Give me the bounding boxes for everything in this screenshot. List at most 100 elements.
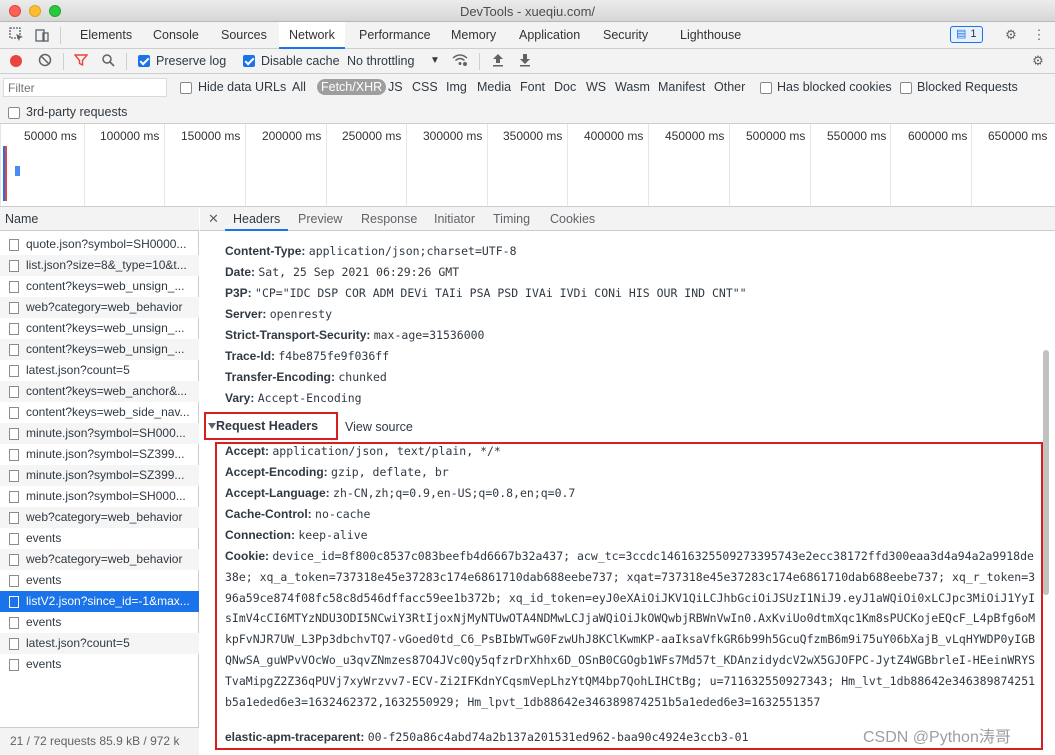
- header-value: device_id=8f800c8537c083beefb4d6667b32a4…: [225, 549, 1036, 709]
- filter-type-js[interactable]: JS: [388, 80, 403, 94]
- divider: [60, 27, 61, 44]
- filter-type-img[interactable]: Img: [446, 80, 467, 94]
- tab-lighthouse[interactable]: Lighthouse: [670, 22, 751, 48]
- request-name: content?keys=web_unsign_...: [26, 321, 185, 335]
- tab-timing[interactable]: Timing: [485, 207, 538, 231]
- request-row[interactable]: web?category=web_behavior: [0, 549, 199, 570]
- record-button[interactable]: [10, 55, 22, 67]
- network-conditions-icon[interactable]: [452, 53, 468, 69]
- blocked-requests-checkbox[interactable]: [900, 82, 912, 94]
- request-row[interactable]: latest.json?count=5: [0, 633, 199, 654]
- request-row[interactable]: content?keys=web_unsign_...: [0, 318, 199, 339]
- request-row[interactable]: events: [0, 612, 199, 633]
- view-source-link[interactable]: View source: [345, 420, 413, 434]
- tab-preview[interactable]: Preview: [290, 207, 350, 231]
- request-row[interactable]: content?keys=web_unsign_...: [0, 276, 199, 297]
- inspect-element-icon[interactable]: [8, 27, 26, 43]
- window-title: DevTools - xueqiu.com/: [459, 4, 596, 19]
- tick-line: [164, 124, 165, 206]
- request-name: web?category=web_behavior: [26, 300, 183, 314]
- filter-type-ws[interactable]: WS: [586, 80, 606, 94]
- request-row[interactable]: content?keys=web_anchor&...: [0, 381, 199, 402]
- import-har-icon[interactable]: [490, 53, 506, 69]
- request-name: content?keys=web_anchor&...: [26, 384, 188, 398]
- settings-gear-icon[interactable]: ⚙: [1002, 27, 1020, 43]
- network-settings-gear-icon[interactable]: ⚙: [1030, 53, 1046, 69]
- has-blocked-cookies-checkbox[interactable]: [760, 82, 772, 94]
- tab-response[interactable]: Response: [353, 207, 425, 231]
- request-row[interactable]: web?category=web_behavior: [0, 507, 199, 528]
- filter-type-fetch-xhr[interactable]: Fetch/XHR: [317, 79, 387, 95]
- response-header-row: Transfer-Encoding: chunked: [225, 367, 387, 388]
- request-name: list.json?size=8&_type=10&t...: [26, 258, 187, 272]
- tick-label: 150000 ms: [181, 129, 241, 143]
- filter-type-other[interactable]: Other: [714, 80, 745, 94]
- tick-line: [729, 124, 730, 206]
- vertical-scrollbar[interactable]: [1043, 350, 1049, 595]
- tab-application[interactable]: Application: [509, 22, 590, 48]
- disable-cache-label: Disable cache: [261, 54, 340, 68]
- request-name: minute.json?symbol=SH000...: [26, 489, 186, 503]
- request-row[interactable]: minute.json?symbol=SH000...: [0, 486, 199, 507]
- throttling-select[interactable]: No throttling: [347, 54, 414, 68]
- filter-input[interactable]: [3, 78, 167, 97]
- close-icon[interactable]: ✕: [208, 211, 219, 227]
- filter-type-wasm[interactable]: Wasm: [615, 80, 650, 94]
- export-har-icon[interactable]: [517, 53, 533, 69]
- request-row[interactable]: quote.json?symbol=SH0000...: [0, 234, 199, 255]
- tab-elements[interactable]: Elements: [70, 22, 142, 48]
- filter-type-font[interactable]: Font: [520, 80, 545, 94]
- request-row[interactable]: content?keys=web_side_nav...: [0, 402, 199, 423]
- request-row[interactable]: latest.json?count=5: [0, 360, 199, 381]
- disable-cache-checkbox[interactable]: [243, 55, 255, 67]
- filter-type-all[interactable]: All: [292, 80, 306, 94]
- request-row[interactable]: minute.json?symbol=SH000...: [0, 423, 199, 444]
- divider: [479, 53, 480, 70]
- tab-network[interactable]: Network: [279, 22, 345, 49]
- tab-security[interactable]: Security: [593, 22, 658, 48]
- request-name: content?keys=web_unsign_...: [26, 279, 185, 293]
- request-row[interactable]: events: [0, 528, 199, 549]
- search-icon[interactable]: [100, 53, 116, 69]
- network-overview[interactable]: 50000 ms 100000 ms 150000 ms 200000 ms 2…: [0, 124, 1055, 207]
- request-headers-section-toggle[interactable]: Request Headers: [204, 412, 338, 440]
- name-column-header[interactable]: Name: [0, 207, 199, 231]
- response-header-row: Date: Sat, 25 Sep 2021 06:29:26 GMT: [225, 262, 459, 283]
- request-row[interactable]: events: [0, 570, 199, 591]
- issues-badge[interactable]: ▤ 1: [950, 26, 983, 43]
- response-header-row: P3P: "CP="IDC DSP COR ADM DEVi TAIi PSA …: [225, 283, 747, 304]
- request-row[interactable]: web?category=web_behavior: [0, 297, 199, 318]
- tick-label: 400000 ms: [584, 129, 644, 143]
- third-party-checkbox[interactable]: [8, 107, 20, 119]
- filter-type-doc[interactable]: Doc: [554, 80, 576, 94]
- file-icon: [9, 617, 19, 629]
- tab-console[interactable]: Console: [143, 22, 209, 48]
- file-icon: [9, 386, 19, 398]
- tab-performance[interactable]: Performance: [349, 22, 441, 48]
- tab-memory[interactable]: Memory: [441, 22, 506, 48]
- request-row[interactable]: listV2.json?since_id=-1&max...: [0, 591, 199, 612]
- filter-type-manifest[interactable]: Manifest: [658, 80, 705, 94]
- request-row[interactable]: minute.json?symbol=SZ399...: [0, 444, 199, 465]
- device-toolbar-icon[interactable]: [33, 27, 51, 43]
- preserve-log-label: Preserve log: [156, 54, 227, 68]
- has-blocked-cookies-label: Has blocked cookies: [777, 80, 892, 94]
- request-row[interactable]: minute.json?symbol=SZ399...: [0, 465, 199, 486]
- tab-cookies[interactable]: Cookies: [542, 207, 603, 231]
- preserve-log-checkbox[interactable]: [138, 55, 150, 67]
- more-menu-icon[interactable]: ⋮: [1030, 27, 1048, 43]
- request-row[interactable]: list.json?size=8&_type=10&t...: [0, 255, 199, 276]
- clear-icon[interactable]: [37, 53, 53, 69]
- filter-type-css[interactable]: CSS: [412, 80, 438, 94]
- request-row[interactable]: content?keys=web_unsign_...: [0, 339, 199, 360]
- header-value: 00-f250a86c4abd74a2b137a201531ed962-baa9…: [367, 730, 749, 744]
- hide-data-urls-label: Hide data URLs: [198, 80, 287, 94]
- filter-icon[interactable]: [73, 53, 89, 69]
- request-row[interactable]: events: [0, 654, 199, 675]
- filter-type-media[interactable]: Media: [477, 80, 511, 94]
- tab-sources[interactable]: Sources: [211, 22, 277, 48]
- tab-headers[interactable]: Headers: [225, 207, 289, 231]
- hide-data-urls-checkbox[interactable]: [180, 82, 192, 94]
- tab-initiator[interactable]: Initiator: [426, 207, 483, 231]
- tick-label: 200000 ms: [262, 129, 322, 143]
